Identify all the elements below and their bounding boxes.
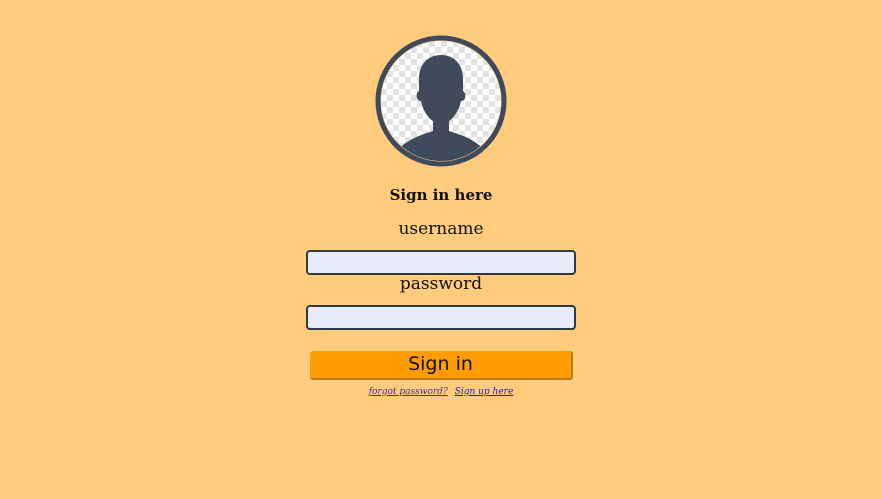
user-avatar-icon <box>375 35 507 167</box>
username-label: username <box>398 219 484 239</box>
forgot-password-link[interactable]: forgot password? <box>369 387 448 397</box>
password-label: password <box>399 274 483 294</box>
auth-links: forgot password? Sign up here <box>0 387 882 397</box>
username-input[interactable] <box>306 250 576 275</box>
password-input[interactable] <box>306 305 576 330</box>
sign-in-heading: Sign in here <box>389 186 493 204</box>
sign-in-button[interactable]: Sign in <box>310 351 573 380</box>
sign-up-link[interactable]: Sign up here <box>455 387 514 397</box>
